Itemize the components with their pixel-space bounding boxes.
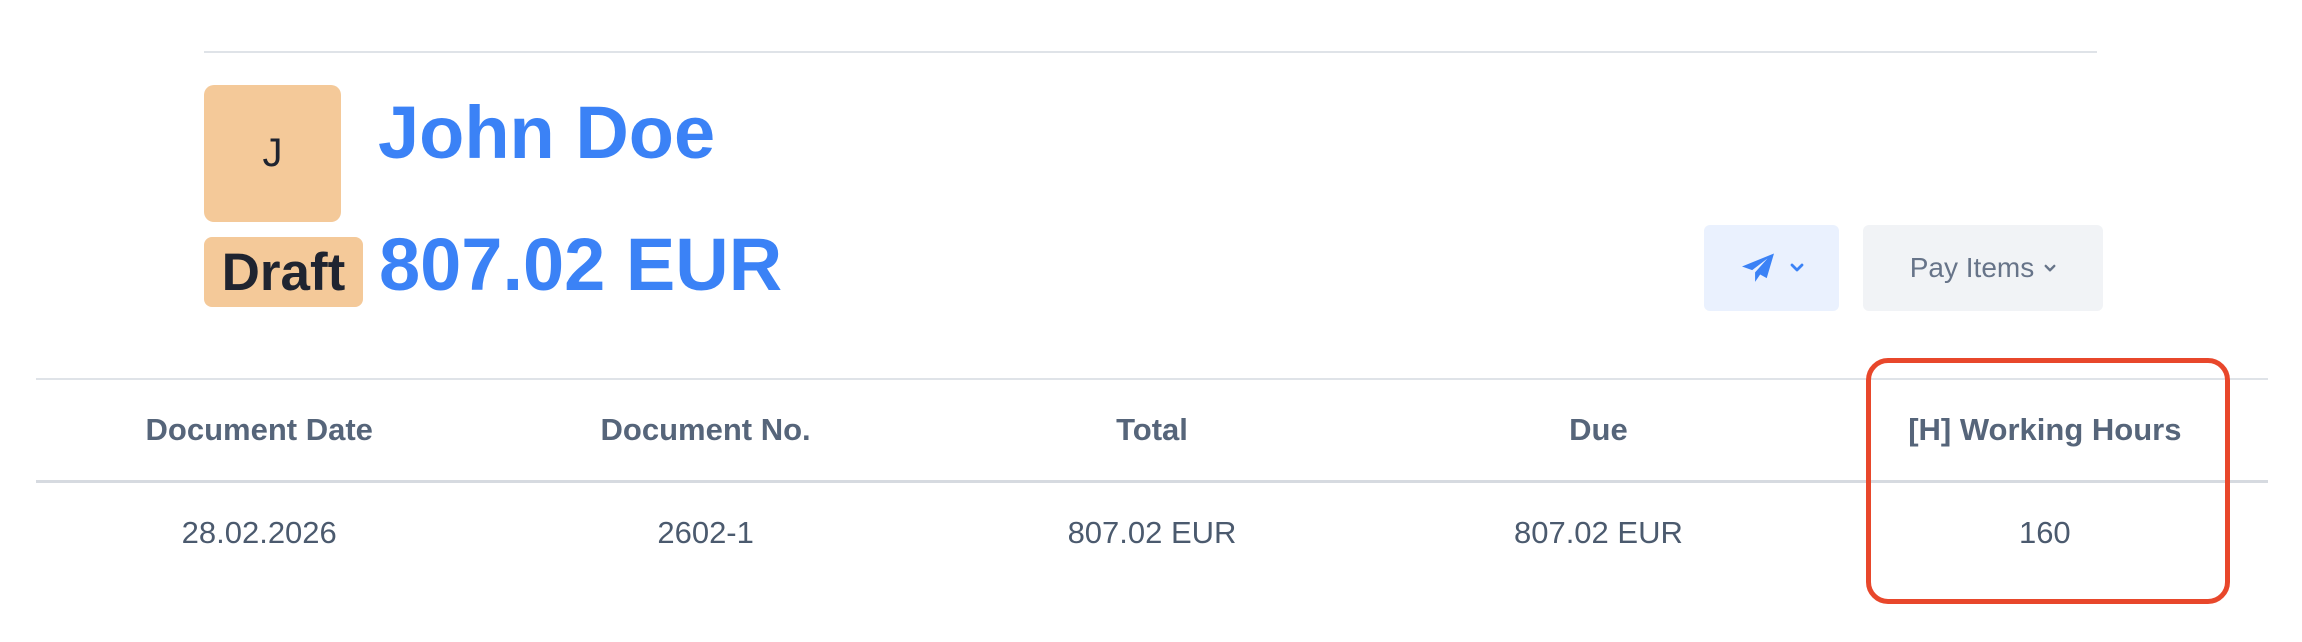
- pay-items-button[interactable]: Pay Items: [1863, 225, 2103, 311]
- cell-total: 807.02 EUR: [1067, 515, 1237, 550]
- status-label: Draft: [221, 242, 346, 302]
- cell-due: 807.02 EUR: [1513, 515, 1683, 550]
- client-name[interactable]: John Doe: [378, 96, 715, 170]
- chevron-down-icon: [1790, 263, 1804, 273]
- cell-document-date: 28.02.2026: [181, 515, 337, 550]
- table-row[interactable]: 28.02.2026 2602-1 807.02 EUR 807.02 EUR …: [36, 483, 2268, 583]
- column-header-total[interactable]: Total: [929, 380, 1375, 480]
- column-header-due[interactable]: Due: [1375, 380, 1821, 480]
- cell-document-no: 2602-1: [657, 515, 754, 550]
- send-button[interactable]: [1704, 225, 1839, 311]
- status-badge: Draft: [204, 237, 363, 307]
- pay-items-label: Pay Items: [1909, 252, 2035, 283]
- cell-working-hours: 160: [2018, 515, 2071, 550]
- avatar: J: [204, 85, 341, 222]
- chevron-down-icon: [2044, 264, 2056, 273]
- column-header-document-date[interactable]: Document Date: [36, 380, 482, 480]
- invoice-amount: 807.02 EUR: [379, 223, 783, 306]
- avatar-initial: J: [262, 131, 283, 175]
- top-divider: [204, 51, 2097, 53]
- column-header-working-hours[interactable]: [H] Working Hours: [1822, 380, 2268, 480]
- table-header-row: Document Date Document No. Total Due [H]…: [36, 380, 2268, 480]
- paper-plane-icon: [1740, 252, 1776, 284]
- column-header-document-no[interactable]: Document No.: [482, 380, 928, 480]
